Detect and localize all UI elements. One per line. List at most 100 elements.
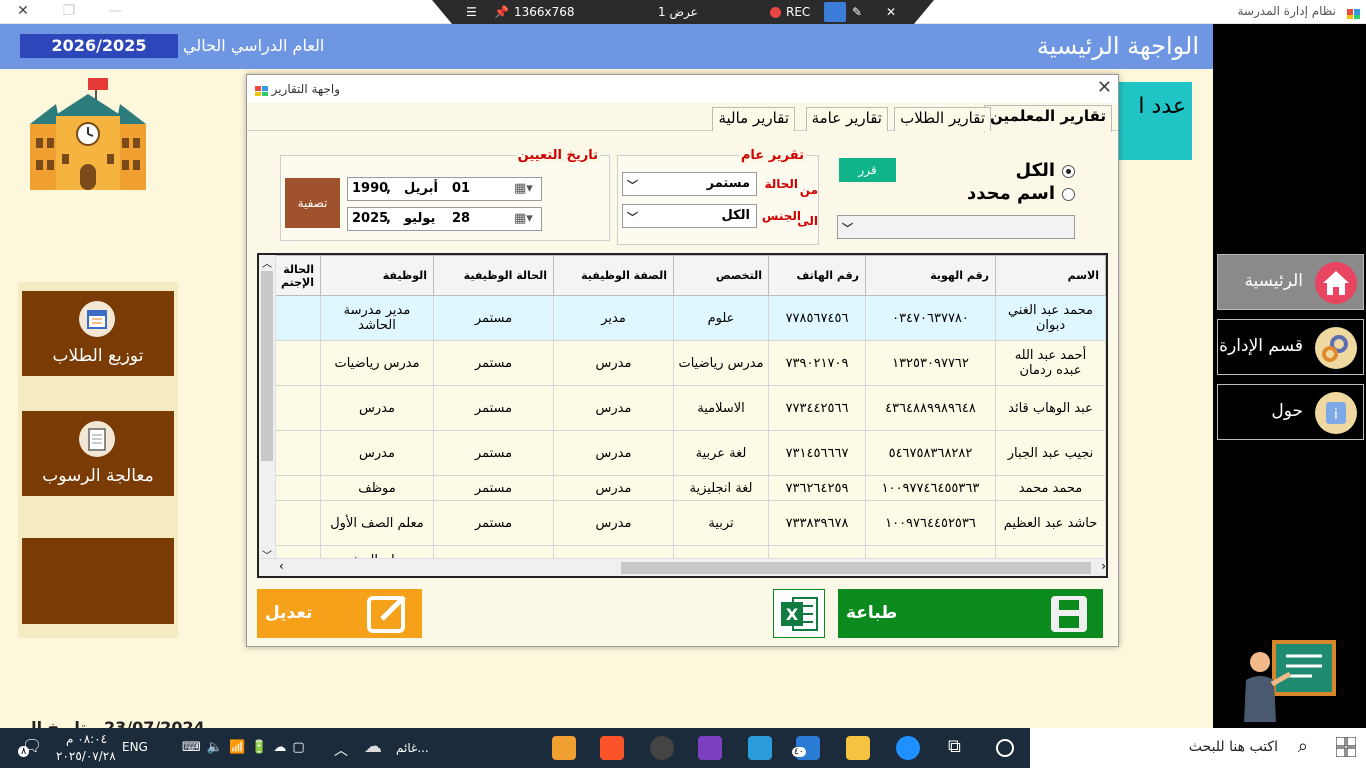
chevron-up-icon[interactable]: ︿ xyxy=(334,740,348,760)
scroll-right-icon[interactable]: › xyxy=(1101,559,1106,573)
general-report-title: تقرير عام xyxy=(738,148,806,163)
teachers-table: الاسم رقم الهوية رقم الهاتف التخصص الصفة… xyxy=(257,253,1108,578)
table-row[interactable]: أحمد عبد الله عبده ردمان ١٣٢٥٣٠٩٧٧٦٢ ٧٣٩… xyxy=(272,340,1106,386)
print-button[interactable]: طباعة xyxy=(838,589,1103,638)
cortana-icon[interactable] xyxy=(996,739,1014,757)
table-row[interactable]: محمد عبد الغني دبوان ٠٣٤٧٠٦٣٧٧٨٠ ٧٧٨٥٦٧٤… xyxy=(272,295,1106,341)
gender-select[interactable]: الكل ﹀ xyxy=(622,204,757,228)
cloud-icon[interactable]: ☁ xyxy=(364,736,388,760)
calendar-dropdown-icon[interactable]: ▦▾ xyxy=(514,181,533,196)
tray-icons[interactable]: ⌨🔈📶🔋☁▢ xyxy=(182,740,311,755)
cell-specialty: الاسلامية xyxy=(673,385,769,431)
maximize-icon[interactable]: ❐ xyxy=(46,0,92,24)
excel-export-button[interactable]: X xyxy=(773,589,825,638)
edit-button[interactable]: تعديل xyxy=(257,589,422,638)
date-from-picker[interactable]: 1990 , أبريل 01 ▦▾ xyxy=(347,177,542,201)
clock-date[interactable]: ٢٠٢٥/٠٧/٢٨ xyxy=(56,749,116,763)
scroll-left-icon[interactable]: ‹ xyxy=(279,559,284,573)
vertical-scrollbar[interactable]: ︿ ﹀ xyxy=(259,255,276,562)
dialog-close-icon[interactable]: ✕ xyxy=(1097,77,1112,98)
col-name[interactable]: الاسم xyxy=(995,255,1106,296)
nav-home[interactable]: الرئيسية xyxy=(1217,254,1364,310)
language-indicator[interactable]: ENG xyxy=(122,740,148,754)
pin-icon[interactable]: 📌 xyxy=(494,5,509,19)
col-job-title[interactable]: الصفة الوظيفية xyxy=(553,255,674,296)
distribute-students-button[interactable]: توزيع الطلاب xyxy=(22,291,174,376)
rec-button[interactable]: REC xyxy=(786,5,810,19)
nav-admin-label: قسم الإدارة xyxy=(1219,336,1303,356)
nav-admin[interactable]: قسم الإدارة xyxy=(1217,319,1364,375)
display-select[interactable]: عرض 1 xyxy=(658,5,698,19)
table-row[interactable]: نجيب عبد الجبار ٥٤٦٧٥٨٣٦٨٢٨٢ ٧٣١٤٥٦٦٦٧ ل… xyxy=(272,430,1106,476)
decide-button[interactable]: قرر xyxy=(839,158,896,182)
cell-id: ٠٣٤٧٠٦٣٧٧٨٠ xyxy=(865,295,996,341)
excel-icon: X xyxy=(779,594,819,638)
windows-start-icon[interactable] xyxy=(1335,736,1357,758)
name-select[interactable]: ﹀ xyxy=(837,215,1075,239)
gears-icon xyxy=(1315,327,1357,369)
col-position[interactable]: الوظيفة xyxy=(320,255,434,296)
edge-icon[interactable] xyxy=(896,736,920,760)
task-view-icon[interactable]: ⧉ xyxy=(948,736,972,760)
nav-about[interactable]: حول i xyxy=(1217,384,1364,440)
clock-time[interactable]: ٠٨:٠٤ م xyxy=(66,732,107,746)
tab-financial-reports[interactable]: تقارير مالية xyxy=(712,107,795,131)
calendar-dropdown-icon[interactable]: ▦▾ xyxy=(514,211,533,226)
table-row[interactable]: محمد محمد ١٠٠٩٧٧٤٦٤٥٥٣٦٣ ٧٣٦٢٦٤٢٥٩ لغة ا… xyxy=(272,475,1106,501)
col-social-status[interactable]: الحالة الإجتم xyxy=(272,255,321,296)
menu-icon[interactable]: ☰ xyxy=(466,5,477,19)
radio-all[interactable] xyxy=(1062,165,1075,178)
report-tabs: تقارير المعلمين تقارير الطلاب تقارير عام… xyxy=(247,105,1118,132)
general-report-group xyxy=(617,155,819,245)
date-to-day: 28 xyxy=(452,211,471,226)
tab-teacher-reports[interactable]: تقارير المعلمين xyxy=(984,105,1112,132)
cell-name: عبد الوهاب قائد xyxy=(995,385,1106,431)
cell-phone: ٧٣١٤٥٦٦٦٧ xyxy=(768,430,866,476)
right-sidebar xyxy=(1213,24,1366,728)
radio-specific-name[interactable] xyxy=(1062,188,1075,201)
table-row[interactable]: عبد الوهاب قائد ٤٣٦٤٨٨٩٩٨٩٦٤٨ ٧٧٣٤٤٢٥٦٦ … xyxy=(272,385,1106,431)
pen-icon[interactable]: ✎ xyxy=(852,5,862,19)
cell-specialty: علوم xyxy=(673,295,769,341)
tab-general-reports[interactable]: تقارير عامة xyxy=(805,107,888,131)
nav-about-label: حول xyxy=(1271,401,1303,421)
cell-job-title: مدرس xyxy=(553,500,674,546)
count-card: عدد ا xyxy=(1118,82,1192,160)
close-icon[interactable]: ✕ xyxy=(0,0,46,24)
cursor-icon[interactable] xyxy=(824,2,846,22)
vertical-scroll-thumb[interactable] xyxy=(261,271,273,461)
filter-button[interactable]: تصفية xyxy=(285,178,340,228)
date-to-picker[interactable]: 2025 , يوليو 28 ▦▾ xyxy=(347,207,542,231)
dialog-titlebar: واجهة التقارير ✕ xyxy=(247,75,1118,103)
cell-social xyxy=(272,340,321,386)
table-row[interactable]: حاشد عبد العظيم ١٠٠٩٧٦٤٤٥٢٥٣٦ ٧٣٣٨٣٩٦٧٨ … xyxy=(272,500,1106,546)
horizontal-scrollbar[interactable]: ‹ › xyxy=(259,558,1106,576)
visual-studio-icon[interactable] xyxy=(698,736,722,760)
empty-nav-button[interactable] xyxy=(22,538,174,624)
cell-id: ١٠٠٩٧٦٤٤٥٢٥٣٦ xyxy=(865,500,996,546)
weather-text: غائم... xyxy=(396,741,429,755)
minimize-icon[interactable]: — xyxy=(92,0,138,24)
close-recbar-icon[interactable]: ✕ xyxy=(886,5,896,19)
col-job-status[interactable]: الحالة الوظيفية xyxy=(433,255,554,296)
chevron-down-icon: ﹀ xyxy=(627,211,638,224)
col-id-number[interactable]: رقم الهوية xyxy=(865,255,996,296)
col-specialty[interactable]: التخصص xyxy=(673,255,769,296)
file-explorer-icon[interactable] xyxy=(846,736,870,760)
cell-social xyxy=(272,295,321,341)
appointment-date-title: تاريخ التعيين xyxy=(515,148,600,163)
school-app-icon[interactable] xyxy=(552,736,576,760)
status-select[interactable]: مستمر ﹀ xyxy=(622,172,757,196)
scroll-up-icon[interactable]: ︿ xyxy=(262,255,272,270)
failure-processing-button[interactable]: معالجة الرسوب xyxy=(22,411,174,496)
vscode-icon[interactable] xyxy=(748,736,772,760)
col-phone[interactable]: رقم الهاتف xyxy=(768,255,866,296)
taskbar-search[interactable]: اكتب هنا للبحث ⌕ xyxy=(1030,728,1366,768)
app-circle-icon[interactable] xyxy=(650,736,674,760)
brave-icon[interactable] xyxy=(600,736,624,760)
cell-phone: ٧٧٣٤٤٢٥٦٦ xyxy=(768,385,866,431)
rec-dot-icon xyxy=(770,7,781,18)
cell-specialty: مدرس رياضيات xyxy=(673,340,769,386)
horizontal-scroll-thumb[interactable] xyxy=(621,562,1091,574)
tab-student-reports[interactable]: تقارير الطلاب xyxy=(894,107,991,131)
